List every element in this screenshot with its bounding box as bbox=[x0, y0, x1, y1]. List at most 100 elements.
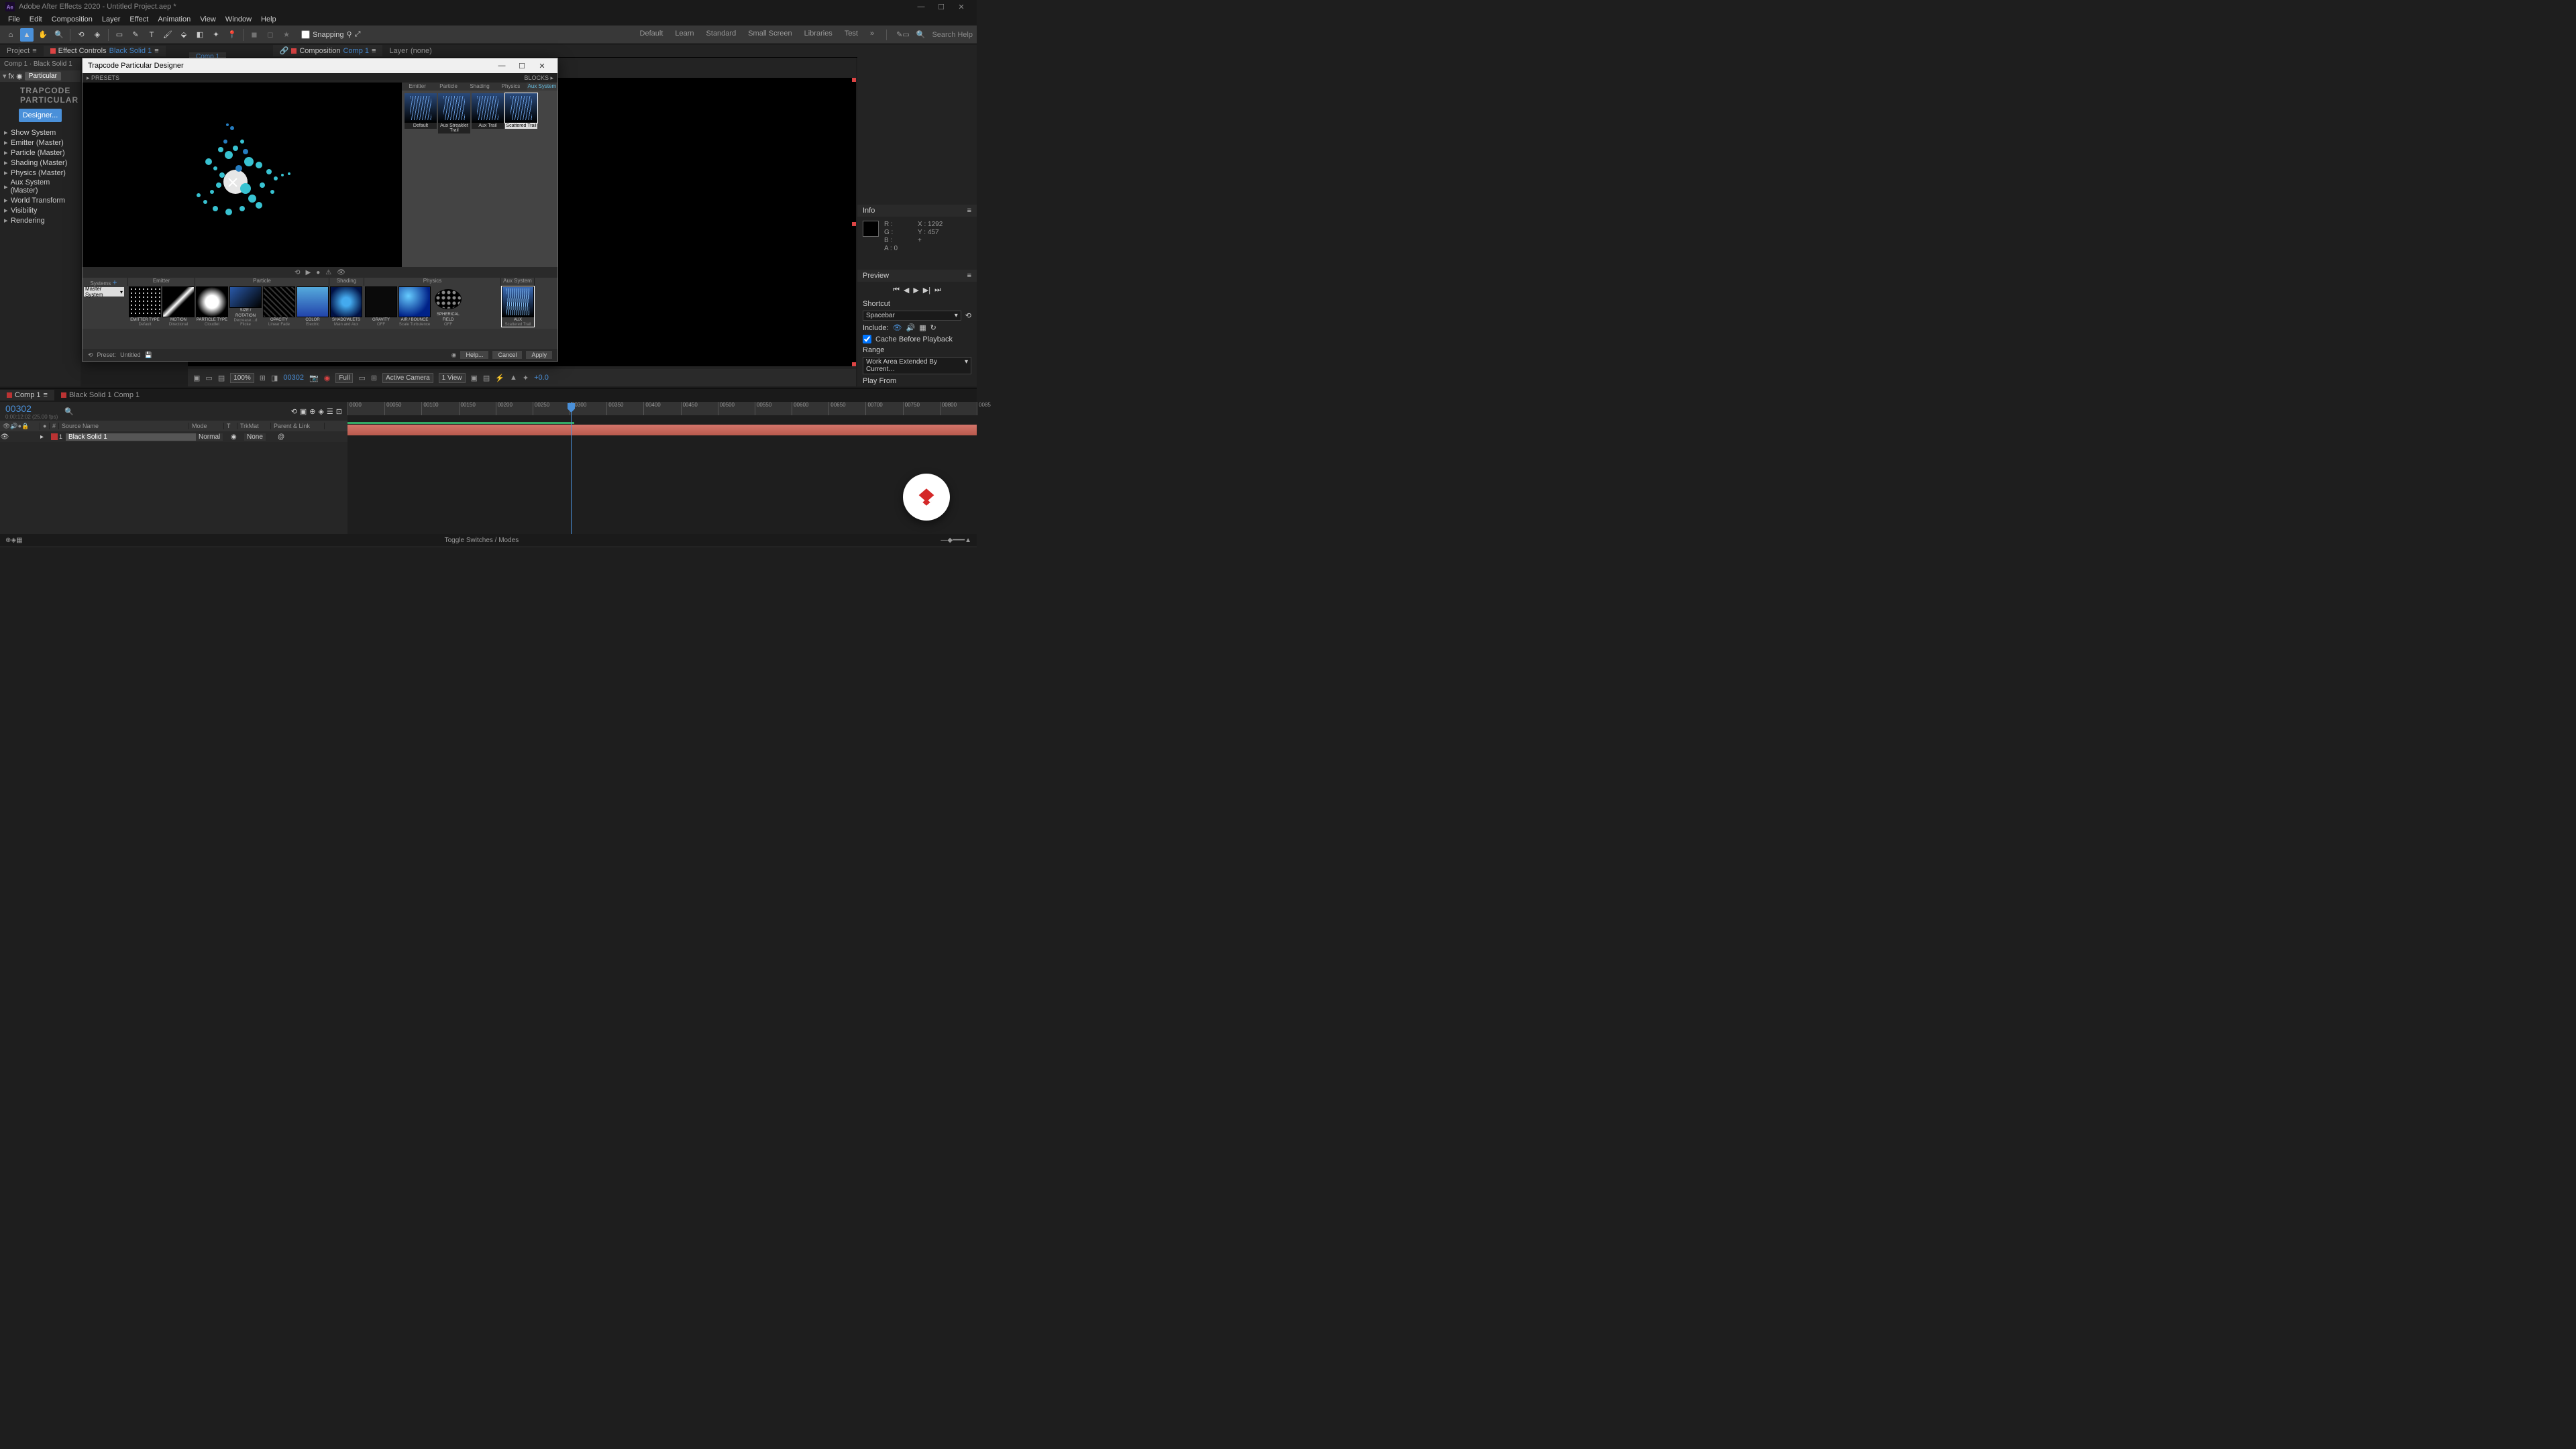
help-button[interactable]: Help... bbox=[460, 351, 488, 359]
twirl-icon[interactable]: ▾ bbox=[3, 72, 7, 80]
footer-timecode[interactable]: 00302 bbox=[283, 374, 304, 382]
menu-animation[interactable]: Animation bbox=[154, 14, 195, 25]
brush-tool[interactable]: 🖌 bbox=[161, 28, 174, 42]
ws-overflow-icon[interactable]: » bbox=[870, 30, 874, 40]
presets-button[interactable]: ▸ PRESETS bbox=[87, 74, 119, 82]
menu-layer[interactable]: Layer bbox=[98, 14, 125, 25]
btab-shading[interactable]: Shading bbox=[464, 83, 495, 91]
tl-tab-layer[interactable]: Black Solid 1 Comp 1 bbox=[54, 390, 146, 400]
layer-name[interactable]: Black Solid 1 bbox=[66, 433, 196, 441]
tl-icon-3[interactable]: ⊕ bbox=[309, 407, 315, 416]
tl-icon-6[interactable]: ⊡ bbox=[336, 407, 342, 416]
fx-toggle-icon[interactable]: fx bbox=[9, 72, 15, 80]
group-aux-system[interactable]: ▸Aux System (Master) bbox=[3, 178, 78, 195]
fx-enable-icon[interactable]: ◉ bbox=[16, 72, 23, 80]
tl-icon-5[interactable]: ☰ bbox=[327, 407, 333, 416]
channel-icon[interactable]: ◉ bbox=[324, 374, 331, 382]
camera-dropdown[interactable]: Active Camera bbox=[382, 373, 433, 383]
preset-reset-icon[interactable]: ⟲ bbox=[88, 352, 93, 359]
clone-tool[interactable]: ⬙ bbox=[177, 28, 191, 42]
btab-physics[interactable]: Physics bbox=[495, 83, 526, 91]
group-physics[interactable]: ▸Physics (Master) bbox=[3, 168, 78, 178]
sb-emitter-type[interactable]: EMITTER TYPEDefault bbox=[129, 286, 161, 327]
include-overlay-icon[interactable]: ▦ bbox=[919, 323, 926, 332]
ws-test[interactable]: Test bbox=[845, 30, 858, 40]
include-video-icon[interactable]: 👁 bbox=[893, 323, 902, 332]
timeline-timecode[interactable]: 00302 bbox=[5, 403, 58, 414]
snapping-toggle[interactable]: Snapping ⚲ ⤢ bbox=[301, 30, 360, 39]
ws-default[interactable]: Default bbox=[640, 30, 663, 40]
exposure-value[interactable]: +0.0 bbox=[534, 374, 549, 382]
group-world-transform[interactable]: ▸World Transform bbox=[3, 195, 78, 205]
footer-icon-6[interactable]: ▣ bbox=[471, 374, 478, 382]
group-show-system[interactable]: ▸Show System bbox=[3, 127, 78, 138]
group-particle[interactable]: ▸Particle (Master) bbox=[3, 148, 78, 158]
sb-opacity[interactable]: OPACITYLinear Fade bbox=[263, 286, 295, 327]
include-audio-icon[interactable]: 🔊 bbox=[906, 323, 916, 332]
shortcut-dropdown[interactable]: Spacebar▾ bbox=[863, 311, 961, 321]
preview-panel-header[interactable]: Preview≡ bbox=[857, 270, 977, 282]
shape-stroke-icon[interactable]: ◻ bbox=[264, 28, 277, 42]
sb-color[interactable]: COLORElectric bbox=[297, 286, 329, 327]
tlf-zoom-in-icon[interactable]: ▲ bbox=[965, 537, 971, 544]
timeline-layer-row[interactable]: 👁 ▸ 1 Black Solid 1 Normal ◉ None @ bbox=[0, 431, 347, 442]
dp-play-icon[interactable]: ▶ bbox=[305, 269, 311, 276]
tab-project[interactable]: Project ≡ bbox=[0, 46, 44, 56]
footer-icon-2[interactable]: ▭ bbox=[205, 374, 212, 382]
sb-size-rotation[interactable]: SIZE / ROTATIONDecrease…d Flicke bbox=[229, 286, 262, 327]
next-frame-icon[interactable]: ▶| bbox=[923, 286, 930, 294]
timeline-layer-bar[interactable] bbox=[347, 425, 977, 435]
tab-effect-controls[interactable]: Effect Controls Black Solid 1 ≡ bbox=[44, 46, 166, 56]
prev-frame-icon[interactable]: ◀ bbox=[904, 286, 909, 294]
col-source[interactable]: Source Name bbox=[59, 423, 189, 429]
snapshot-icon[interactable]: 📷 bbox=[309, 374, 319, 382]
designer-preview[interactable] bbox=[83, 83, 402, 267]
loop-icon[interactable]: ↻ bbox=[930, 323, 936, 332]
effect-name[interactable]: Particular bbox=[25, 72, 61, 80]
shape-add-icon[interactable]: ★ bbox=[280, 28, 293, 42]
close-button[interactable]: ✕ bbox=[951, 3, 971, 11]
last-frame-icon[interactable]: ⏭ bbox=[934, 286, 941, 294]
dp-rewind-icon[interactable]: ⟲ bbox=[294, 269, 300, 276]
effect-target-link[interactable]: Black Solid 1 bbox=[109, 47, 152, 55]
resolution-dropdown[interactable]: Full bbox=[335, 373, 353, 383]
sb-motion[interactable]: MOTIONDirectional bbox=[162, 286, 195, 327]
home-icon[interactable]: ⌂ bbox=[4, 28, 17, 42]
tl-tab-comp[interactable]: Comp 1 ≡ bbox=[0, 390, 54, 400]
play-icon[interactable]: ▶ bbox=[913, 286, 918, 294]
range-dropdown[interactable]: Work Area Extended By Current…▾ bbox=[863, 357, 971, 374]
tlf-icon-2[interactable]: ◈ bbox=[11, 537, 16, 544]
snapping-checkbox[interactable] bbox=[301, 30, 310, 39]
group-emitter[interactable]: ▸Emitter (Master) bbox=[3, 138, 78, 148]
menu-window[interactable]: Window bbox=[221, 14, 256, 25]
search-help-input[interactable]: Search Help bbox=[932, 31, 973, 39]
dp-warn-icon[interactable]: ⚠ bbox=[325, 269, 331, 276]
menu-effect[interactable]: Effect bbox=[125, 14, 152, 25]
col-t[interactable]: T bbox=[224, 423, 237, 429]
menu-edit[interactable]: Edit bbox=[25, 14, 46, 25]
footer-icon-3[interactable]: ▤ bbox=[218, 374, 225, 382]
footer-icon-5[interactable]: ◨ bbox=[271, 374, 278, 382]
col-trkmat[interactable]: TrkMat bbox=[237, 423, 271, 429]
layer-trkmat-dropdown[interactable]: None bbox=[244, 433, 266, 441]
toggle-switches-button[interactable]: Toggle Switches / Modes bbox=[445, 537, 519, 544]
dp-eye-icon[interactable]: 👁 bbox=[337, 269, 345, 276]
block-aux-streaklet[interactable]: Aux Streaklet Trail bbox=[438, 93, 470, 133]
tlf-icon-1[interactable]: ⊕ bbox=[5, 537, 11, 544]
block-aux-trail[interactable]: Aux Trail bbox=[472, 93, 504, 133]
group-rendering[interactable]: ▸Rendering bbox=[3, 215, 78, 225]
blocks-button[interactable]: BLOCKS ▸ bbox=[524, 74, 553, 82]
zoom-dropdown[interactable]: 100% bbox=[230, 373, 254, 383]
orbit-tool[interactable]: ⟲ bbox=[74, 28, 88, 42]
dp-record-icon[interactable]: ● bbox=[316, 269, 320, 276]
block-scattered-trail[interactable]: Scattered Trail bbox=[505, 93, 537, 133]
layer-color-chip[interactable] bbox=[51, 433, 58, 440]
maximize-button[interactable]: ☐ bbox=[931, 3, 951, 11]
dialog-titlebar[interactable]: Trapcode Particular Designer — ☐ ✕ bbox=[83, 58, 557, 73]
minimize-button[interactable]: — bbox=[911, 3, 931, 11]
tl-icon-4[interactable]: ◈ bbox=[318, 407, 323, 416]
type-tool[interactable]: T bbox=[145, 28, 158, 42]
search-icon[interactable]: 🔍 bbox=[916, 30, 926, 39]
col-mode[interactable]: Mode bbox=[189, 423, 224, 429]
views-dropdown[interactable]: 1 View bbox=[439, 373, 466, 383]
